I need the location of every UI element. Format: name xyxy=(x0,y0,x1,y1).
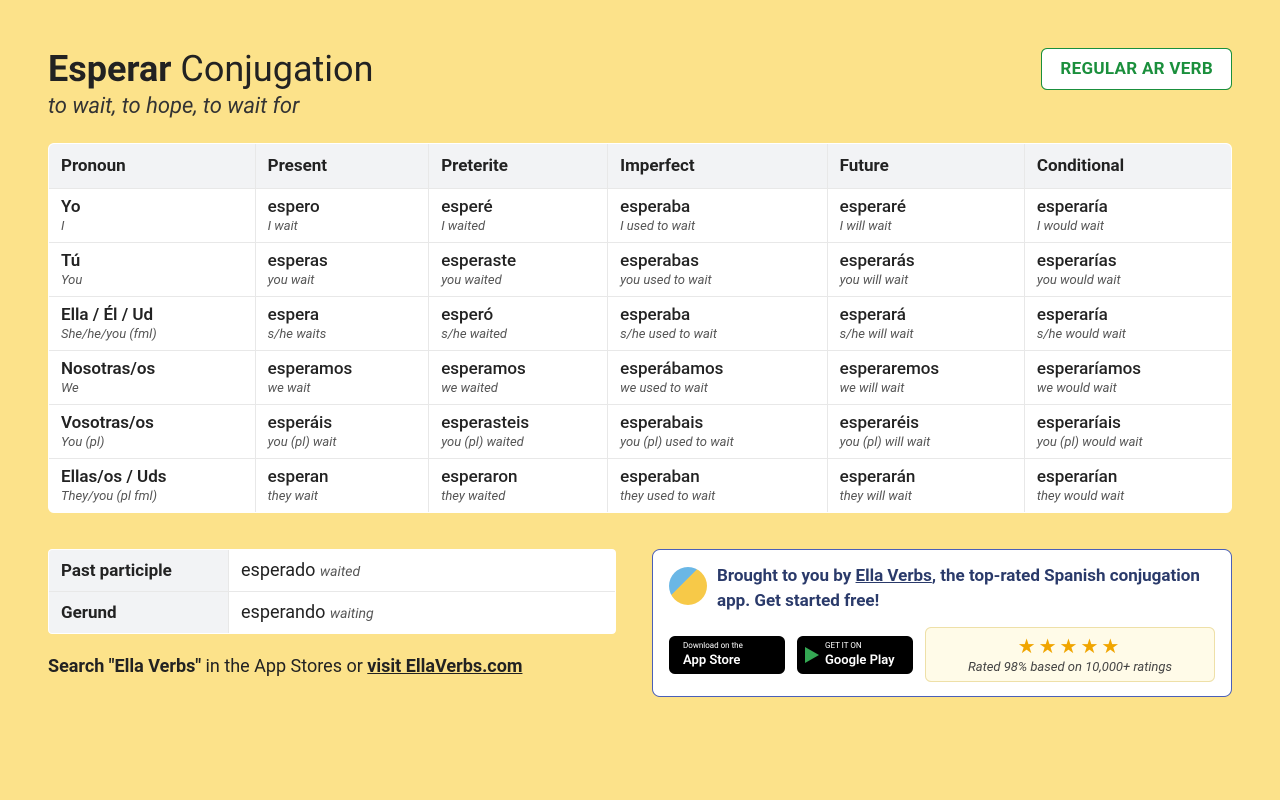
conjugation-cell: esperaremoswe will wait xyxy=(827,351,1024,405)
conjugation-cell: esperabanthey used to wait xyxy=(608,459,828,513)
table-header: Future xyxy=(827,144,1024,189)
past-participle-label: Past participle xyxy=(49,550,229,592)
conjugation-cell: esperarás/he will wait xyxy=(827,297,1024,351)
conjugation-cell: esperoI wait xyxy=(255,189,429,243)
conjugation-cell: esperaréI will wait xyxy=(827,189,1024,243)
app-icon xyxy=(669,567,707,605)
pronoun-cell: TúYou xyxy=(49,243,256,297)
conjugation-cell: esperasyou wait xyxy=(255,243,429,297)
conjugation-cell: esperamoswe waited xyxy=(429,351,608,405)
rating-box: ★★★★★ Rated 98% based on 10,000+ ratings xyxy=(925,627,1215,682)
conjugation-cell: esperabaisyou (pl) used to wait xyxy=(608,405,828,459)
table-header: Conditional xyxy=(1024,144,1231,189)
conjugation-cell: esperabaI used to wait xyxy=(608,189,828,243)
google-play-icon xyxy=(805,647,819,663)
search-instruction: Search "Ella Verbs" in the App Stores or… xyxy=(48,656,616,677)
table-row: Ella / Él / UdShe/he/you (fml)esperas/he… xyxy=(49,297,1232,351)
past-participle-value: esperado waited xyxy=(229,550,616,592)
conjugation-cell: esperéI waited xyxy=(429,189,608,243)
conjugation-cell: esperabasyou used to wait xyxy=(608,243,828,297)
promo-text: Brought to you by Ella Verbs, the top-ra… xyxy=(717,564,1215,613)
conjugation-cell: esperábamoswe used to wait xyxy=(608,351,828,405)
conjugation-cell: esperós/he waited xyxy=(429,297,608,351)
table-header: Preterite xyxy=(429,144,608,189)
pronoun-cell: Vosotras/osYou (pl) xyxy=(49,405,256,459)
title-suffix: Conjugation xyxy=(180,48,373,90)
conjugation-cell: esperaríasyou would wait xyxy=(1024,243,1231,297)
gerund-label: Gerund xyxy=(49,592,229,634)
promo-box: Brought to you by Ella Verbs, the top-ra… xyxy=(652,549,1232,697)
verb-type-badge: REGULAR AR VERB xyxy=(1041,48,1232,90)
conjugation-table: PronounPresentPreteriteImperfectFutureCo… xyxy=(48,143,1232,513)
google-play-button[interactable]: GET IT ON Google Play xyxy=(797,636,913,674)
verb-name: Esperar xyxy=(48,48,171,90)
conjugation-cell: esperaronthey waited xyxy=(429,459,608,513)
conjugation-cell: esperasteisyou (pl) waited xyxy=(429,405,608,459)
table-row: YoIesperoI waitesperéI waitedesperabaI u… xyxy=(49,189,1232,243)
table-row: Nosotras/osWeesperamoswe waitesperamoswe… xyxy=(49,351,1232,405)
rating-text: Rated 98% based on 10,000+ ratings xyxy=(936,660,1204,675)
participles-table: Past participle esperado waited Gerund e… xyxy=(48,549,616,634)
pronoun-cell: Nosotras/osWe xyxy=(49,351,256,405)
conjugation-cell: esperaríamoswe would wait xyxy=(1024,351,1231,405)
table-header: Pronoun xyxy=(49,144,256,189)
conjugation-cell: esperabas/he used to wait xyxy=(608,297,828,351)
table-row: TúYouesperasyou waitesperasteyou waitede… xyxy=(49,243,1232,297)
conjugation-cell: esperaríaI would wait xyxy=(1024,189,1231,243)
conjugation-cell: esperaríanthey would wait xyxy=(1024,459,1231,513)
table-row: Ellas/os / UdsThey/you (pl fml)esperanth… xyxy=(49,459,1232,513)
conjugation-cell: esperarásyou will wait xyxy=(827,243,1024,297)
conjugation-cell: esperas/he waits xyxy=(255,297,429,351)
conjugation-cell: esperaránthey will wait xyxy=(827,459,1024,513)
pronoun-cell: YoI xyxy=(49,189,256,243)
conjugation-cell: esperamoswe wait xyxy=(255,351,429,405)
brand-link[interactable]: Ella Verbs xyxy=(856,566,932,586)
conjugation-cell: esperasteyou waited xyxy=(429,243,608,297)
table-header: Imperfect xyxy=(608,144,828,189)
app-store-button[interactable]: Download on the App Store xyxy=(669,636,785,674)
conjugation-cell: esperaréisyou (pl) will wait xyxy=(827,405,1024,459)
page-title: Esperar Conjugation xyxy=(48,48,373,90)
conjugation-cell: esperáisyou (pl) wait xyxy=(255,405,429,459)
pronoun-cell: Ella / Él / UdShe/he/you (fml) xyxy=(49,297,256,351)
conjugation-cell: esperanthey wait xyxy=(255,459,429,513)
pronoun-cell: Ellas/os / UdsThey/you (pl fml) xyxy=(49,459,256,513)
gerund-value: esperando waiting xyxy=(229,592,616,634)
table-header: Present xyxy=(255,144,429,189)
visit-link[interactable]: visit EllaVerbs.com xyxy=(367,656,522,677)
star-icons: ★★★★★ xyxy=(936,634,1204,658)
conjugation-cell: esperarías/he would wait xyxy=(1024,297,1231,351)
verb-meaning: to wait, to hope, to wait for xyxy=(48,94,373,119)
conjugation-cell: esperaríaisyou (pl) would wait xyxy=(1024,405,1231,459)
table-row: Vosotras/osYou (pl)esperáisyou (pl) wait… xyxy=(49,405,1232,459)
